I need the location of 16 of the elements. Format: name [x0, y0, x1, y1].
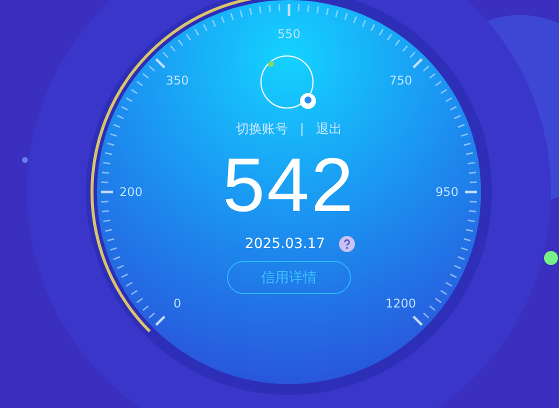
indicator-dot — [544, 251, 558, 265]
scale-label: 200 — [120, 185, 142, 199]
scale-label: 1200 — [385, 296, 416, 311]
credit-score: 542 — [222, 148, 356, 224]
scale-label: 550 — [278, 27, 300, 41]
scale-label: 750 — [389, 73, 412, 88]
separator: | — [300, 122, 304, 136]
score-date: 2025.03.17 — [244, 236, 326, 252]
scale-label: 0 — [173, 296, 182, 311]
switch-account-link[interactable]: 切换账号 — [236, 120, 288, 138]
scale-label: 350 — [166, 73, 189, 88]
logout-link[interactable]: 退出 — [316, 120, 342, 138]
dot-icon — [22, 157, 28, 163]
credit-details-button[interactable]: 信用详情 — [227, 261, 351, 294]
scale-label: 950 — [436, 185, 458, 199]
help-icon[interactable] — [339, 236, 356, 252]
